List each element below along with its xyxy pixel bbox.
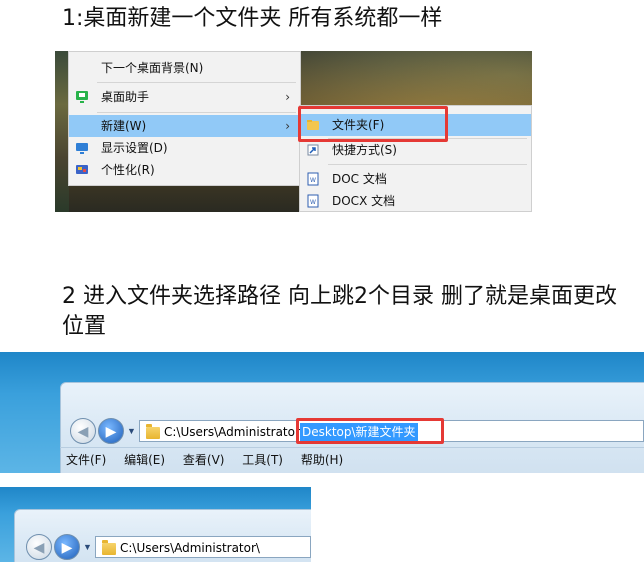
- highlight-callout-box: [298, 106, 448, 142]
- step2-heading: 2 进入文件夹选择路径 向上跳2个目录 删了就是桌面更改位置: [62, 284, 617, 339]
- menu-item-label: 个性化(R): [101, 163, 155, 177]
- address-path: C:\Users\Administrator\: [120, 541, 260, 555]
- menu-edit[interactable]: 编辑(E): [124, 453, 165, 467]
- shortcut-icon: [307, 144, 319, 156]
- explorer-screenshot-1: ◀ ▶ ▼ C:\Users\Administrator\ Desktop\新建…: [0, 352, 644, 473]
- menu-item-label: 新建(W): [101, 119, 147, 133]
- display-icon: [76, 143, 88, 154]
- menu-tools[interactable]: 工具(T): [242, 453, 283, 467]
- menu-separator: [328, 164, 527, 165]
- menu-item-label: DOCX 文档: [332, 194, 396, 208]
- word-document-icon: W: [307, 194, 319, 208]
- svg-text:W: W: [310, 177, 316, 184]
- step1-heading: 1:桌面新建一个文件夹 所有系统都一样: [62, 6, 443, 31]
- chevron-down-icon[interactable]: ▼: [83, 542, 92, 552]
- menu-item-label: 显示设置(D): [101, 141, 168, 155]
- submenu-item-doc[interactable]: W DOC 文档: [300, 168, 531, 190]
- folder-icon: [102, 540, 116, 555]
- menu-view[interactable]: 查看(V): [183, 453, 225, 467]
- wallpaper-edge: [55, 51, 69, 212]
- menubar-divider: [60, 447, 644, 448]
- back-arrow-icon[interactable]: ◀: [26, 534, 52, 560]
- menu-help[interactable]: 帮助(H): [301, 453, 343, 467]
- highlight-callout-box: [296, 418, 444, 444]
- forward-arrow-icon[interactable]: ▶: [54, 534, 80, 560]
- menu-separator: [97, 82, 296, 83]
- back-arrow-icon[interactable]: ◀: [70, 418, 96, 444]
- chevron-down-icon[interactable]: ▼: [127, 426, 136, 436]
- forward-arrow-icon[interactable]: ▶: [98, 418, 124, 444]
- menu-file[interactable]: 文件(F): [66, 453, 106, 467]
- word-document-icon: W: [307, 172, 319, 186]
- address-path-prefix: C:\Users\Administrator\: [164, 425, 304, 439]
- menu-separator: [97, 112, 296, 113]
- menu-item-label: 快捷方式(S): [332, 143, 397, 157]
- address-bar[interactable]: C:\Users\Administrator\: [95, 536, 311, 558]
- explorer-menubar: 文件(F) 编辑(E) 查看(V) 工具(T) 帮助(H): [66, 449, 357, 471]
- chevron-right-icon: ›: [285, 119, 290, 133]
- submenu-item-docx[interactable]: W DOCX 文档: [300, 190, 531, 212]
- svg-text:W: W: [310, 199, 316, 206]
- menu-item-label: DOC 文档: [332, 172, 387, 186]
- menu-item-label: 桌面助手: [101, 90, 150, 104]
- folder-icon: [146, 424, 160, 439]
- menu-item-next-background[interactable]: 下一个桌面背景(N): [69, 57, 300, 79]
- chevron-right-icon: ›: [285, 90, 290, 104]
- menu-item-label: 下一个桌面背景(N): [101, 61, 204, 75]
- context-menu: 下一个桌面背景(N) 桌面助手 › 新建(W) › 显示设置(D) 个性化(R): [68, 51, 301, 186]
- submenu-item-shortcut[interactable]: 快捷方式(S): [300, 139, 531, 161]
- desktop-context-menu-screenshot: 下一个桌面背景(N) 桌面助手 › 新建(W) › 显示设置(D) 个性化(R)…: [55, 51, 532, 212]
- menu-item-new[interactable]: 新建(W) ›: [69, 115, 300, 137]
- monitor-green-icon: [76, 91, 88, 103]
- menu-item-personalize[interactable]: 个性化(R): [69, 159, 300, 181]
- menu-item-desktop-assistant[interactable]: 桌面助手 ›: [69, 86, 300, 108]
- menu-item-display-settings[interactable]: 显示设置(D): [69, 137, 300, 159]
- explorer-screenshot-2: ◀ ▶ ▼ C:\Users\Administrator\: [0, 487, 311, 562]
- personalize-icon: [76, 165, 88, 174]
